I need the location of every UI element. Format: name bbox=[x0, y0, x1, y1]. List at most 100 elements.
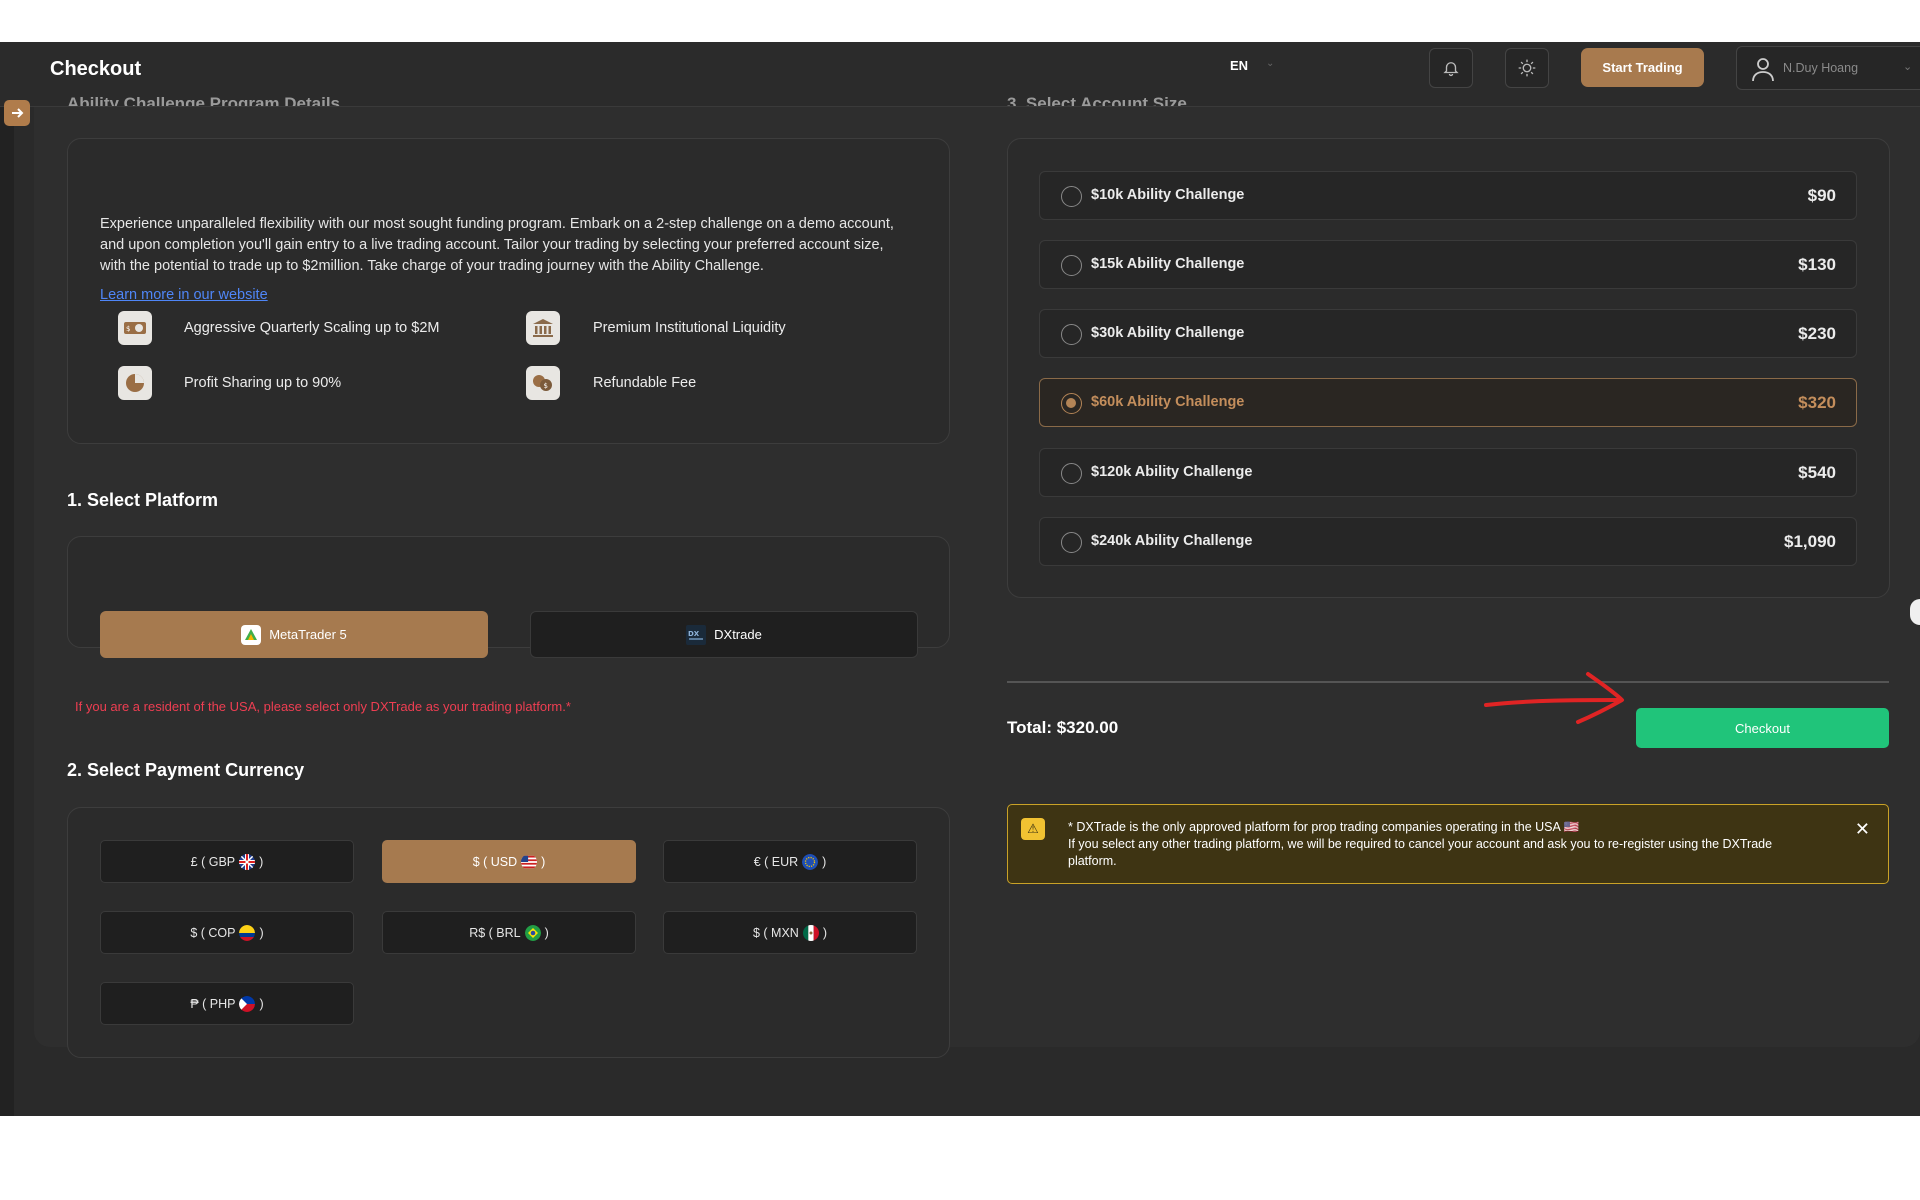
currency-label: € ( EUR bbox=[753, 854, 799, 869]
account-option-120k[interactable]: $120k Ability Challenge $540 bbox=[1039, 448, 1857, 497]
platform-option-metatrader5[interactable]: MetaTrader 5 bbox=[100, 611, 488, 658]
summary-divider bbox=[1007, 681, 1889, 683]
colombia-flag-icon bbox=[239, 924, 256, 941]
start-trading-button[interactable]: Start Trading bbox=[1581, 48, 1704, 87]
account-price: $320 bbox=[1798, 393, 1836, 412]
coins-icon: $ bbox=[526, 366, 560, 400]
learn-more-link[interactable]: Learn more in our website bbox=[100, 287, 268, 303]
program-details-heading: Ability Challenge Program Details bbox=[67, 94, 341, 106]
currency-close-paren: ) bbox=[259, 996, 264, 1011]
platform-option-dxtrade[interactable]: DX DXtrade bbox=[530, 611, 918, 658]
page-title: Checkout bbox=[50, 58, 142, 80]
feature-label: Aggressive Quarterly Scaling up to $2M bbox=[184, 320, 440, 336]
currency-option-usd[interactable]: $ ( USD ) bbox=[382, 840, 636, 883]
theme-toggle-button[interactable] bbox=[1505, 48, 1549, 88]
feature-label: Premium Institutional Liquidity bbox=[593, 320, 786, 336]
alert-message: * DXTrade is the only approved platform … bbox=[1068, 819, 1808, 870]
user-menu[interactable]: N.Duy Hoang ⌄ bbox=[1736, 46, 1920, 90]
account-price: $540 bbox=[1798, 463, 1836, 482]
radio-button[interactable] bbox=[1061, 463, 1082, 484]
currency-close-paren: ) bbox=[822, 925, 827, 940]
sun-icon bbox=[1518, 59, 1536, 77]
mexico-flag-icon bbox=[802, 924, 819, 941]
account-label: $120k Ability Challenge bbox=[1091, 464, 1253, 480]
account-label: $10k Ability Challenge bbox=[1091, 187, 1245, 203]
currency-label: $ ( MXN bbox=[752, 925, 799, 940]
select-currency-title: 2. Select Payment Currency bbox=[67, 760, 305, 780]
currency-option-php[interactable]: ₱ ( PHP ) bbox=[100, 982, 354, 1025]
radio-button[interactable] bbox=[1061, 186, 1082, 207]
sidebar bbox=[0, 107, 14, 1116]
alert-line-2: If you select any other trading platform… bbox=[1068, 837, 1773, 868]
arrow-right-icon bbox=[12, 108, 24, 118]
currency-label: $ ( COP bbox=[190, 925, 236, 940]
bank-icon bbox=[526, 311, 560, 345]
chevron-down-icon: ⌄ bbox=[1903, 61, 1913, 73]
checkout-button[interactable]: Checkout bbox=[1636, 708, 1889, 748]
currency-label: R$ ( BRL bbox=[469, 925, 521, 940]
us-flag-icon bbox=[521, 855, 538, 868]
feature-label: Profit Sharing up to 90% bbox=[184, 375, 342, 391]
philippines-flag-icon bbox=[239, 995, 256, 1012]
language-selector[interactable]: EN bbox=[1230, 58, 1248, 73]
dxtrade-icon: DX bbox=[686, 624, 707, 645]
chevron-down-icon[interactable]: ⌄ bbox=[1266, 58, 1274, 69]
account-price: $1,090 bbox=[1784, 532, 1836, 551]
currency-label: $ ( USD bbox=[472, 854, 518, 869]
account-label: $240k Ability Challenge bbox=[1091, 533, 1253, 549]
warning-icon: ⚠ bbox=[1021, 818, 1045, 840]
account-option-10k[interactable]: $10k Ability Challenge $90 bbox=[1039, 171, 1857, 220]
uk-flag-icon bbox=[239, 853, 256, 870]
metatrader-icon bbox=[241, 624, 262, 645]
account-option-240k[interactable]: $240k Ability Challenge $1,090 bbox=[1039, 517, 1857, 566]
usa-platform-alert: ⚠ * DXTrade is the only approved platfor… bbox=[1007, 804, 1889, 884]
bell-icon bbox=[1443, 62, 1459, 77]
currency-close-paren: ) bbox=[259, 854, 264, 869]
user-name: N.Duy Hoang bbox=[1783, 61, 1859, 75]
brazil-flag-icon bbox=[524, 924, 541, 941]
account-price: $90 bbox=[1807, 186, 1836, 205]
user-icon bbox=[1752, 58, 1774, 82]
currency-label: £ ( GBP bbox=[190, 854, 236, 869]
account-price: $130 bbox=[1798, 255, 1836, 274]
notifications-button[interactable] bbox=[1429, 48, 1473, 88]
svg-text:$: $ bbox=[544, 382, 548, 390]
currency-close-paren: ) bbox=[822, 854, 827, 869]
svg-text:$: $ bbox=[126, 325, 130, 333]
currency-label: ₱ ( PHP bbox=[190, 996, 236, 1011]
currency-close-paren: ) bbox=[544, 925, 549, 940]
currency-option-gbp[interactable]: £ ( GBP ) bbox=[100, 840, 354, 883]
radio-button[interactable] bbox=[1061, 532, 1082, 553]
account-label: $30k Ability Challenge bbox=[1091, 325, 1245, 341]
currency-close-paren: ) bbox=[541, 854, 546, 869]
platform-label: MetaTrader 5 bbox=[269, 627, 347, 642]
account-option-15k[interactable]: $15k Ability Challenge $130 bbox=[1039, 240, 1857, 289]
platform-label: DXtrade bbox=[714, 627, 762, 642]
currency-option-mxn[interactable]: $ ( MXN ) bbox=[663, 911, 917, 954]
order-total: Total: $320.00 bbox=[1007, 718, 1119, 737]
sidebar-expand-button[interactable] bbox=[4, 100, 30, 126]
select-platform-title: 1. Select Platform bbox=[67, 490, 219, 510]
currency-option-cop[interactable]: $ ( COP ) bbox=[100, 911, 354, 954]
radio-button-selected[interactable] bbox=[1061, 393, 1082, 414]
app-window: Checkout EN ⌄ Start Trading N.Duy Hoang … bbox=[0, 42, 1920, 1116]
account-option-30k[interactable]: $30k Ability Challenge $230 bbox=[1039, 309, 1857, 358]
account-price: $230 bbox=[1798, 324, 1836, 343]
currency-option-brl[interactable]: R$ ( BRL ) bbox=[382, 911, 636, 954]
account-size-heading: 3. Select Account Size bbox=[1007, 94, 1187, 106]
account-label: $60k Ability Challenge bbox=[1091, 394, 1245, 410]
radio-button[interactable] bbox=[1061, 255, 1082, 276]
account-option-60k[interactable]: $60k Ability Challenge $320 bbox=[1039, 378, 1857, 427]
close-icon[interactable]: ✕ bbox=[1855, 819, 1870, 840]
red-arrow-annotation bbox=[1484, 672, 1624, 724]
scaling-icon: $ bbox=[118, 311, 152, 345]
currency-option-eur[interactable]: € ( EUR ) bbox=[663, 840, 917, 883]
account-label: $15k Ability Challenge bbox=[1091, 256, 1245, 272]
program-description: Experience unparalleled flexibility with… bbox=[100, 216, 894, 274]
svg-text:DX: DX bbox=[688, 630, 700, 638]
side-panel-handle[interactable] bbox=[1910, 599, 1920, 625]
usa-platform-warning: If you are a resident of the USA, please… bbox=[75, 699, 571, 714]
pie-chart-icon bbox=[118, 366, 152, 400]
radio-button[interactable] bbox=[1061, 324, 1082, 345]
currency-close-paren: ) bbox=[259, 925, 264, 940]
